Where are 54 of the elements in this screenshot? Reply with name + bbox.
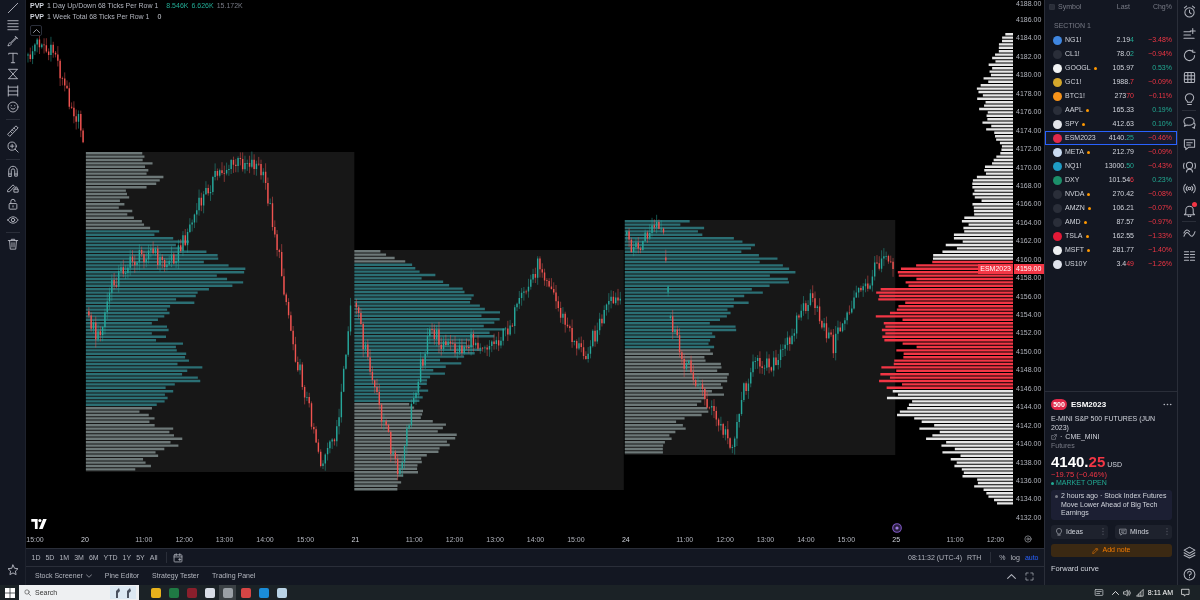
text-tool-icon[interactable] — [6, 51, 19, 64]
logo-icon — [31, 519, 47, 529]
pattern-icon[interactable] — [6, 68, 19, 81]
notification-icon[interactable] — [1181, 588, 1190, 597]
chat-bubbles-icon[interactable] — [1182, 115, 1196, 129]
star-icon[interactable] — [6, 563, 19, 576]
windows-start-icon[interactable] — [5, 587, 15, 598]
ruler-icon[interactable] — [6, 124, 19, 137]
chevron-up-icon[interactable] — [1007, 573, 1016, 579]
help-icon[interactable] — [1182, 567, 1196, 581]
lightbulb-icon[interactable] — [1182, 92, 1196, 106]
lightbulb-icon — [1055, 527, 1063, 536]
birds-drawing — [110, 586, 136, 599]
more-icon[interactable] — [1163, 402, 1172, 406]
horizontal-lines-icon[interactable] — [6, 18, 19, 31]
refresh-icon[interactable] — [1182, 48, 1196, 62]
brush-icon[interactable] — [6, 35, 19, 48]
magnet-icon[interactable] — [6, 164, 19, 177]
trend-line-icon[interactable] — [6, 2, 19, 15]
notification-badge-icon — [1192, 202, 1197, 207]
network-icon[interactable] — [1135, 588, 1144, 597]
settings-icon[interactable] — [1024, 535, 1032, 543]
chevron-up-icon — [32, 28, 40, 33]
speaker-icon[interactable] — [1122, 588, 1131, 597]
caret-down-icon — [85, 574, 92, 578]
event-marker-icon[interactable] — [892, 523, 902, 533]
chat-icon — [1119, 527, 1127, 536]
bell-icon[interactable] — [1182, 203, 1196, 217]
lock-icon[interactable] — [6, 197, 19, 210]
zoom-in-icon[interactable] — [6, 141, 19, 154]
chat-icon[interactable] — [1182, 137, 1196, 151]
order-book-icon[interactable] — [1182, 248, 1196, 262]
symbol-title: ESM2023 — [1071, 399, 1107, 409]
layers-icon[interactable] — [1182, 545, 1196, 559]
pencil-icon — [1092, 546, 1100, 554]
external-link-icon[interactable] — [1051, 433, 1057, 440]
head-waves-icon[interactable] — [1182, 159, 1196, 173]
price-value: 4140.25 — [1051, 454, 1106, 471]
add-list-icon[interactable] — [1182, 26, 1196, 40]
alarm-clock-icon[interactable] — [1182, 4, 1196, 18]
wave-lines-icon[interactable] — [1182, 226, 1196, 240]
smiley-icon[interactable] — [6, 101, 19, 114]
calendar-icon[interactable] — [173, 552, 183, 563]
broadcast-icon[interactable] — [1182, 181, 1196, 195]
pencil-lock-icon[interactable] — [6, 181, 19, 194]
eye-icon[interactable] — [6, 214, 19, 227]
collapse-legend-button[interactable] — [30, 25, 42, 36]
tray-app-icon[interactable] — [1093, 588, 1104, 597]
news-dot-icon — [1055, 495, 1058, 499]
trash-icon[interactable] — [6, 237, 19, 250]
search-icon — [24, 589, 31, 596]
fullscreen-icon[interactable] — [1025, 571, 1034, 581]
calendar-grid-icon[interactable] — [1182, 70, 1196, 84]
parallel-lines-icon[interactable] — [6, 84, 19, 97]
